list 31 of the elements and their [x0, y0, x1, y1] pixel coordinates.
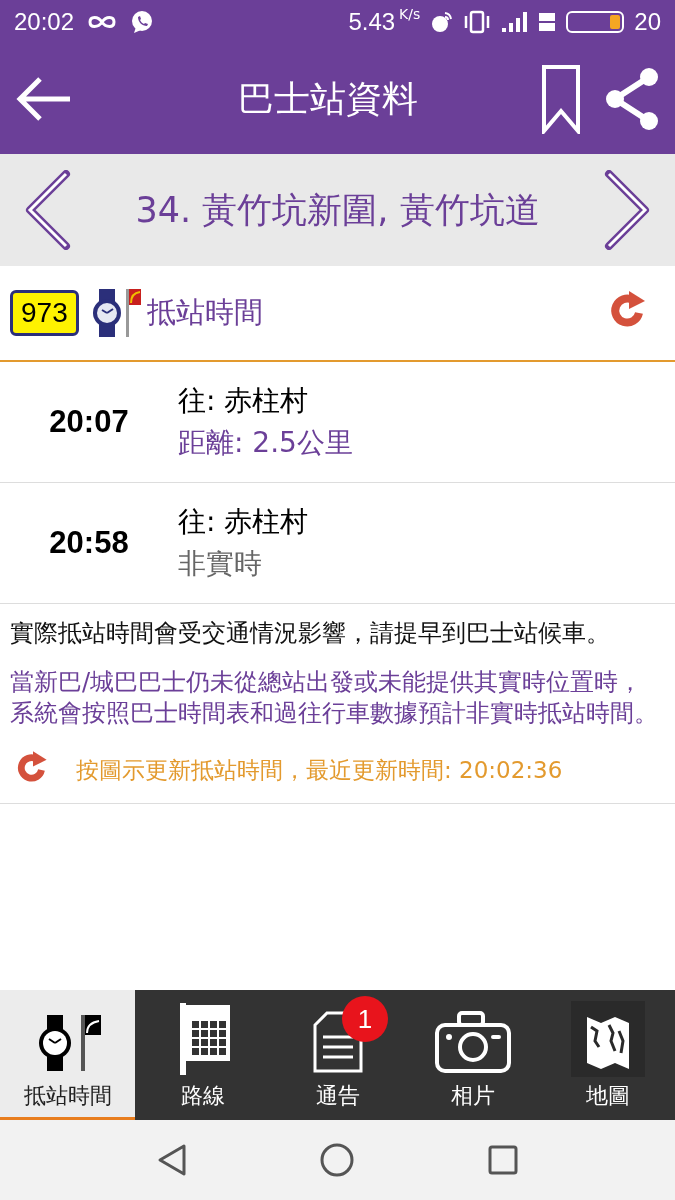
- bookmark-button[interactable]: [541, 64, 581, 134]
- distance: 距離: 2.5公里: [178, 425, 353, 461]
- arrival-time-label: 抵站時間: [146, 294, 263, 331]
- tab[interactable]: 1 通告: [270, 990, 405, 1120]
- schedule-status: 非實時: [178, 546, 263, 582]
- signal-icon: [500, 10, 529, 34]
- notice-text: 實際抵站時間會受交通情況影響，請提早到巴士站候車。: [10, 618, 611, 649]
- battery-icon: [566, 11, 625, 33]
- battery-percent: 20: [634, 8, 661, 36]
- arrival-time: 20:07: [48, 404, 130, 440]
- destination: 往: 赤柱村: [178, 383, 310, 419]
- destination: 往: 赤柱村: [178, 504, 309, 540]
- notification-badge: 1: [342, 996, 388, 1042]
- notice-text: 當新巴/城巴巴士仍未從總站出發或未能提供其實時位置時，系統會按照巴士時間表和過往行車數據預計非實時抵站時間。: [10, 667, 659, 729]
- speed-unit: K/s: [399, 6, 421, 22]
- satellite-icon: [430, 10, 455, 34]
- tab[interactable]: 相片: [405, 990, 540, 1120]
- tab[interactable]: 地圖: [540, 990, 675, 1120]
- route-number: 973: [10, 290, 79, 336]
- last-updated-text: 按圖示更新抵站時間，最近更新時間: 20:02:36: [76, 755, 563, 785]
- network-speed: 5.43: [348, 8, 396, 36]
- clock: 20:02: [14, 8, 75, 36]
- app-bar-title: 巴士站資料: [236, 76, 419, 121]
- tab[interactable]: 路線: [135, 990, 270, 1120]
- chat-icon: [130, 10, 155, 34]
- watch-flag-icon: [90, 287, 143, 339]
- vibrate-icon: [464, 10, 491, 34]
- tab[interactable]: 抵站時間: [0, 990, 135, 1120]
- arrival-time: 20:58: [48, 525, 130, 561]
- stop-name: 34. 黃竹坑新圍, 黃竹坑道: [134, 188, 541, 232]
- map-icon: [570, 1001, 645, 1077]
